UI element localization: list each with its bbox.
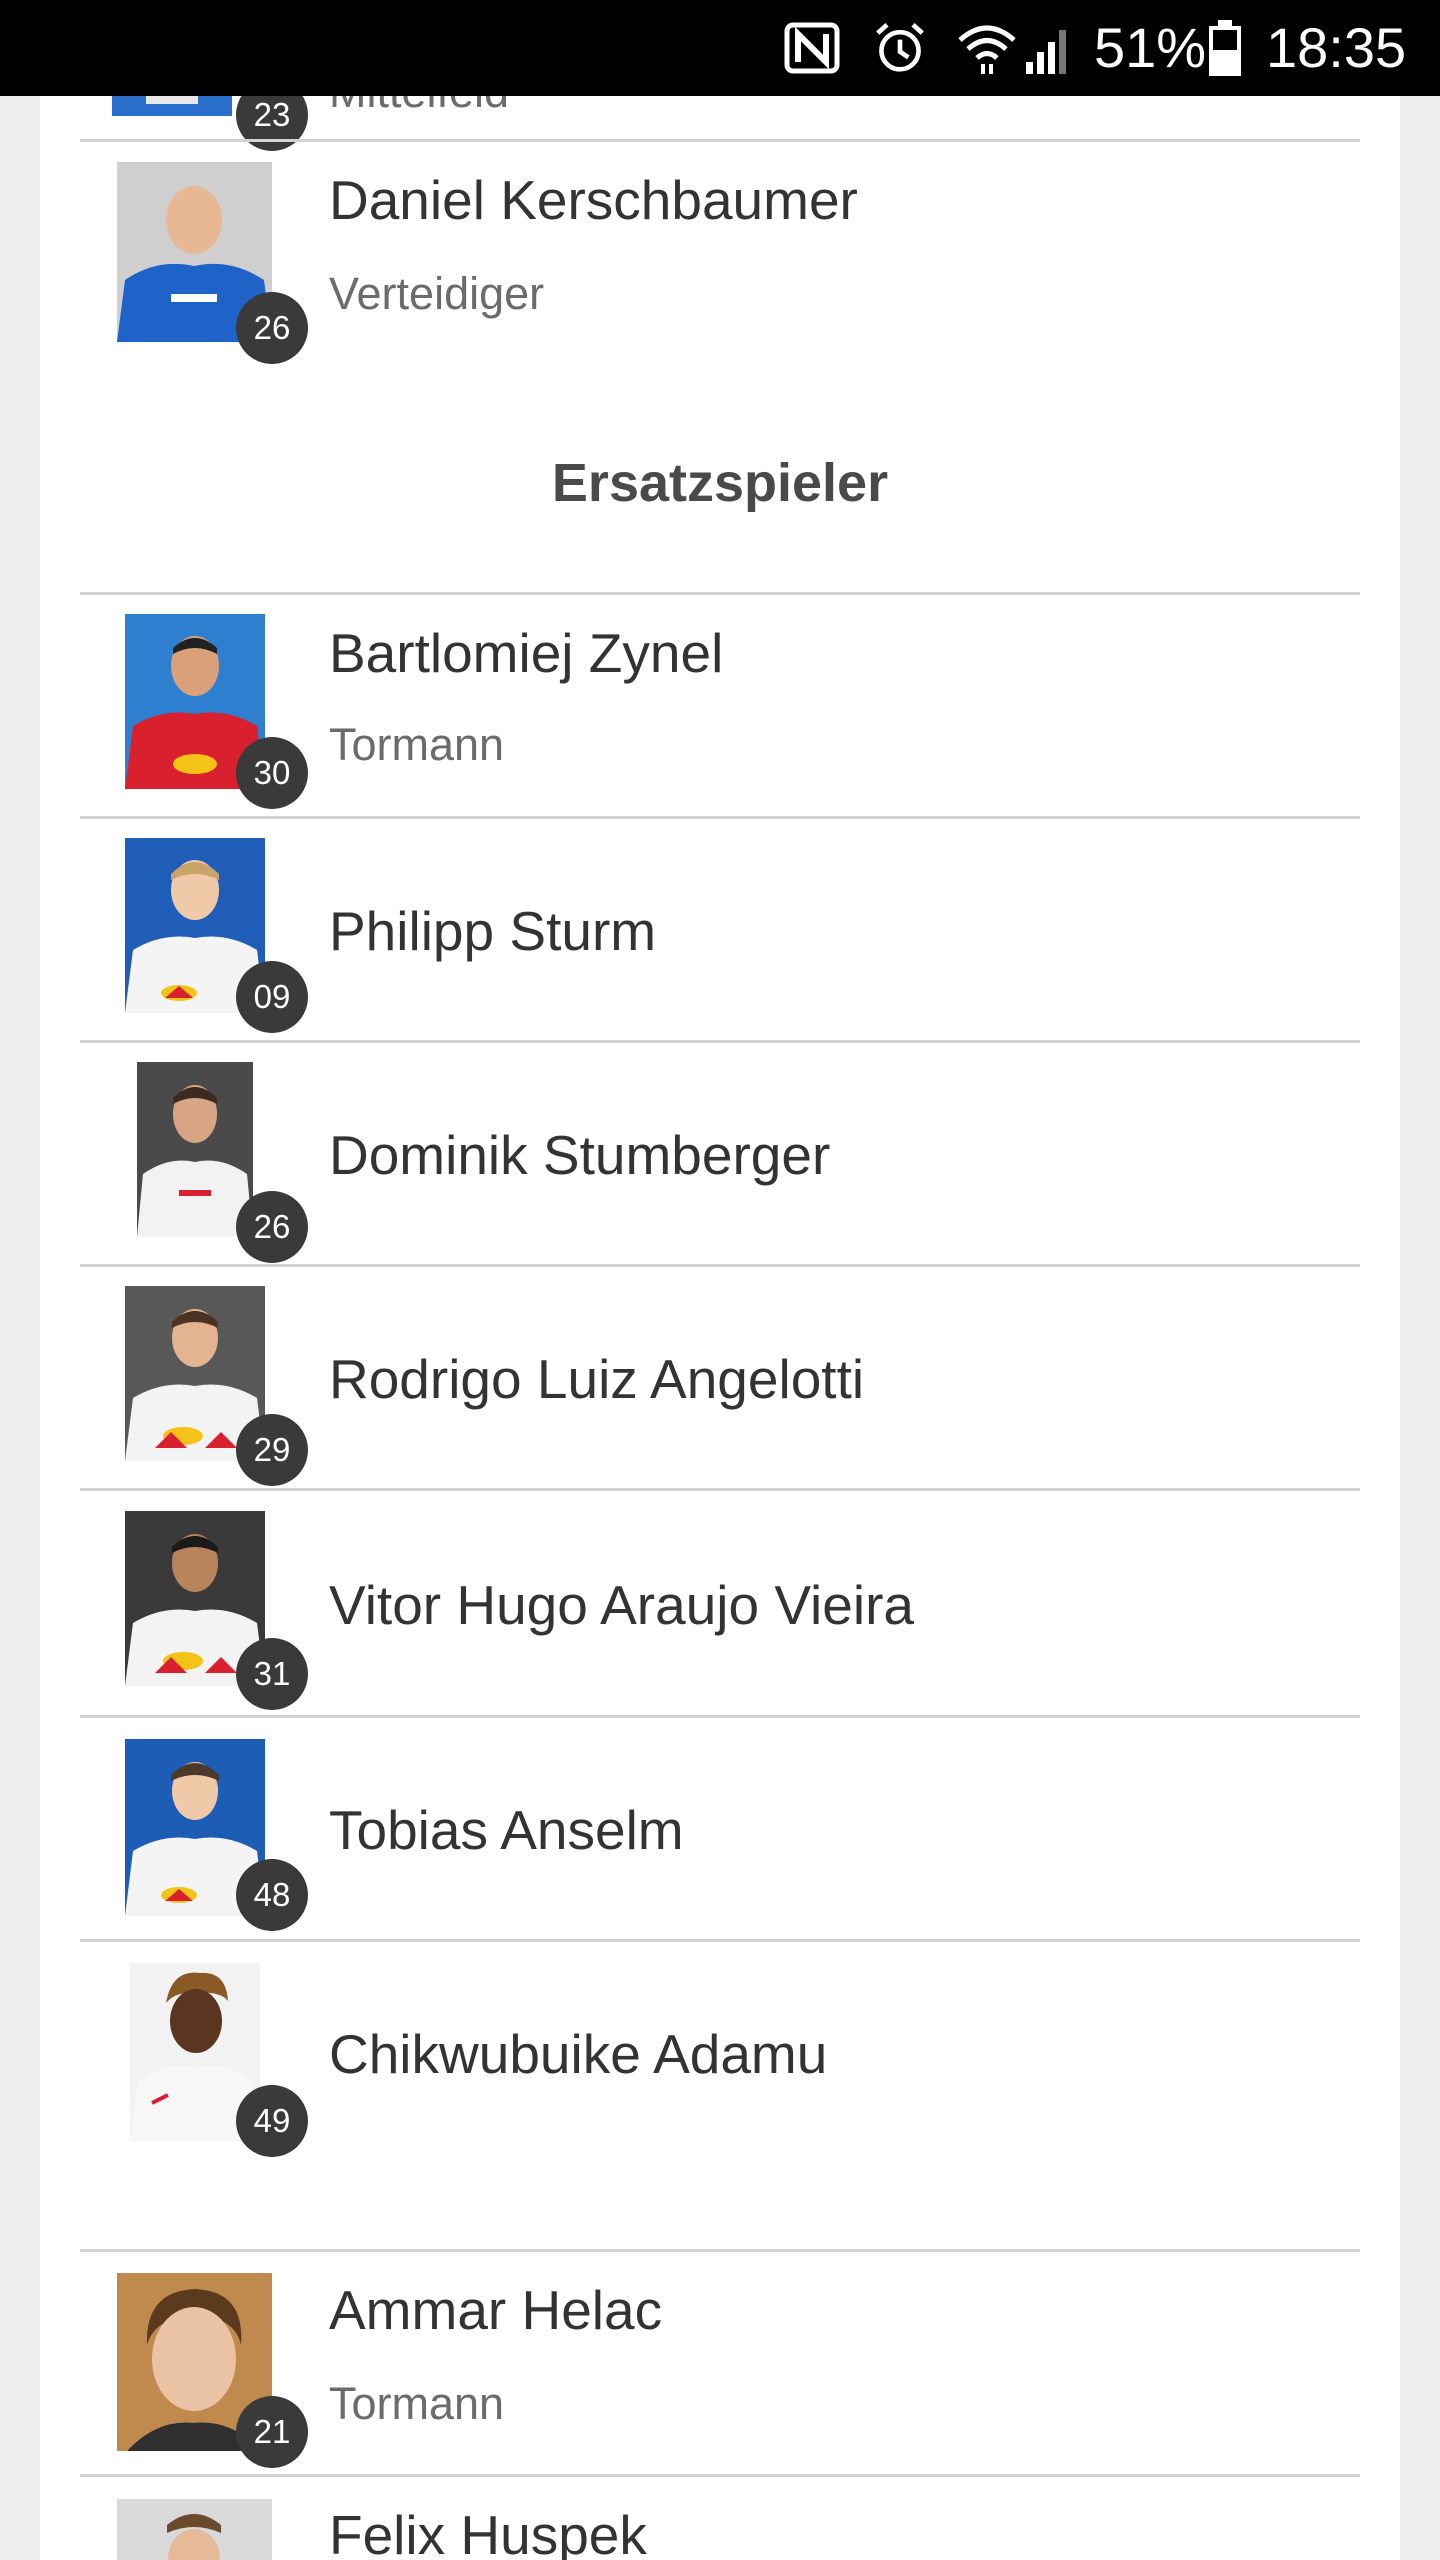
player-name: Bartlomiej Zynel [329, 622, 724, 684]
player-row[interactable]: Felix Huspek [40, 2477, 1400, 2560]
section-title-substitutes: Ersatzspieler [551, 453, 889, 513]
player-name: Vitor Hugo Araujo Vieira [329, 1574, 914, 1636]
clock: 18:35 [1266, 16, 1407, 79]
battery-percent: 51% [1094, 16, 1207, 79]
battery-icon [1209, 20, 1241, 76]
player-row[interactable]: 26 Daniel Kerschbaumer Verteidiger [40, 142, 1400, 372]
player-position: Verteidiger [329, 268, 545, 319]
jersey-number-badge: 49 [236, 2085, 308, 2157]
jersey-number-badge: 31 [236, 1638, 308, 1710]
jersey-number-badge: 26 [236, 1191, 308, 1263]
player-name: Philipp Sturm [329, 900, 657, 962]
status-bar: 51% 18:35 [0, 0, 1440, 96]
player-row[interactable]: 23 Mittelfeld [40, 96, 1400, 151]
player-name: Felix Huspek [329, 2504, 647, 2560]
player-row[interactable]: 48 Tobias Anselm [40, 1718, 1400, 1939]
player-row[interactable]: 29 Rodrigo Luiz Angelotti [40, 1267, 1400, 1488]
player-position: Tormann [329, 2378, 505, 2429]
player-name: Tobias Anselm [329, 1799, 684, 1861]
player-row[interactable]: 09 Philipp Sturm [40, 819, 1400, 1040]
lineup-sheet: 23 Mittelfeld 26 Daniel Kerschbaumer Ver… [40, 96, 1400, 2560]
player-position: Tormann [329, 719, 505, 770]
player-row[interactable]: 30 Bartlomiej Zynel Tormann [40, 595, 1400, 816]
jersey-number-badge: 21 [236, 2396, 308, 2468]
player-name: Rodrigo Luiz Angelotti [329, 1348, 865, 1410]
player-photo [112, 96, 232, 116]
player-photo [117, 2499, 272, 2560]
player-row[interactable]: 26 Dominik Stumberger [40, 1043, 1400, 1264]
player-name: Daniel Kerschbaumer [329, 169, 858, 231]
jersey-number-badge: 29 [236, 1414, 308, 1486]
signal-icon [1026, 30, 1066, 74]
player-name: Ammar Helac [329, 2279, 663, 2341]
alarm-icon [876, 23, 924, 72]
player-row[interactable]: 21 Ammar Helac Tormann [40, 2252, 1400, 2474]
player-position: Mittelfeld [329, 96, 509, 118]
nfc-icon [784, 22, 840, 74]
player-photo [137, 1062, 253, 1237]
jersey-number-badge: 26 [236, 292, 308, 364]
jersey-number-badge: 48 [236, 1859, 308, 1931]
player-row[interactable]: 49 Chikwubuike Adamu [40, 1942, 1400, 2246]
player-name: Dominik Stumberger [329, 1124, 831, 1186]
jersey-number-badge: 09 [236, 961, 308, 1033]
jersey-number-badge: 30 [236, 737, 308, 809]
wifi-icon [958, 25, 1016, 74]
player-row[interactable]: 31 Vitor Hugo Araujo Vieira [40, 1491, 1400, 1715]
player-name: Chikwubuike Adamu [329, 2023, 828, 2085]
